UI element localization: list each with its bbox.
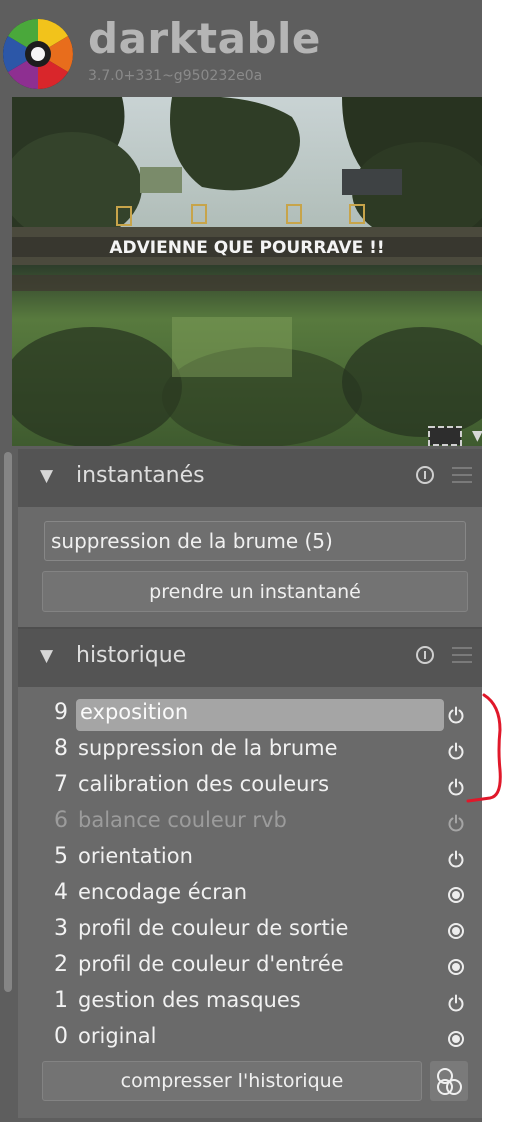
history-item-number: 8 bbox=[54, 736, 68, 761]
reset-icon[interactable] bbox=[416, 646, 434, 664]
history-item-number: 6 bbox=[54, 808, 68, 833]
module-title-snapshots: instantanés bbox=[76, 463, 205, 488]
always-on-icon bbox=[448, 887, 464, 903]
history-item[interactable]: 4 encodage écran bbox=[18, 877, 482, 911]
module-body-history: 9 exposition 8 suppression de la brume 7 cali… bbox=[18, 687, 482, 1118]
presets-menu-icon[interactable] bbox=[452, 467, 472, 485]
module-header-history[interactable]: ▼ historique bbox=[18, 629, 482, 687]
focus-peaking-icon[interactable] bbox=[428, 426, 462, 446]
power-icon bbox=[448, 814, 464, 832]
history-item-number: 1 bbox=[54, 988, 68, 1013]
presets-menu-icon[interactable] bbox=[452, 647, 472, 665]
history-item[interactable]: 7 calibration des couleurs bbox=[18, 769, 482, 803]
power-icon bbox=[448, 994, 464, 1012]
always-on-icon bbox=[448, 959, 464, 975]
always-on-icon bbox=[448, 1031, 464, 1047]
always-on-icon bbox=[448, 923, 464, 939]
history-item-label: balance couleur rvb bbox=[78, 808, 287, 832]
app-version: 3.7.0+331~g950232e0a bbox=[88, 68, 263, 84]
history-item[interactable]: 5 orientation bbox=[18, 841, 482, 875]
history-item-label: gestion des masques bbox=[78, 988, 301, 1012]
module-body-snapshots: suppression de la brume (5) prendre un i… bbox=[18, 507, 482, 627]
history-item-number: 2 bbox=[54, 952, 68, 977]
panel-scrollbar[interactable] bbox=[4, 452, 12, 992]
history-item-label: suppression de la brume bbox=[78, 736, 338, 760]
create-style-button[interactable] bbox=[430, 1061, 468, 1101]
darktable-logo-icon bbox=[3, 19, 73, 89]
history-item-label: orientation bbox=[78, 844, 193, 868]
history-item-number: 5 bbox=[54, 844, 68, 869]
graffiti-text: ADVIENNE QUE POURRAVE !! bbox=[109, 238, 384, 258]
history-item-number: 0 bbox=[54, 1024, 68, 1049]
history-item-label: exposition bbox=[80, 700, 189, 724]
history-item-label: encodage écran bbox=[78, 880, 248, 904]
history-item[interactable]: 8 suppression de la brume bbox=[18, 733, 482, 767]
history-item-number: 9 bbox=[54, 700, 68, 725]
history-item[interactable]: 6 balance couleur rvb bbox=[18, 805, 482, 839]
take-snapshot-button[interactable]: prendre un instantané bbox=[42, 571, 468, 612]
history-item-label: profil de couleur de sortie bbox=[78, 916, 349, 940]
history-item[interactable]: 2 profil de couleur d'entrée bbox=[18, 949, 482, 983]
reset-icon[interactable] bbox=[416, 466, 434, 484]
preview-collapse-icon[interactable]: ▼ bbox=[472, 428, 482, 444]
history-item[interactable]: 9 exposition bbox=[18, 697, 482, 731]
image-preview[interactable]: ADVIENNE QUE POURRAVE !! bbox=[12, 97, 482, 446]
collapse-arrow-icon[interactable]: ▼ bbox=[40, 466, 53, 486]
history-item-number: 7 bbox=[54, 772, 68, 797]
history-item[interactable]: 0 original bbox=[18, 1021, 482, 1055]
darktable-side-panel: darktable 3.7.0+331~g950232e0a ADVIENNE … bbox=[0, 0, 482, 1122]
history-item[interactable]: 1 gestion des masques bbox=[18, 985, 482, 1019]
module-title-history: historique bbox=[76, 643, 187, 668]
collapse-arrow-icon[interactable]: ▼ bbox=[40, 646, 53, 666]
snapshot-entry[interactable]: suppression de la brume (5) bbox=[44, 521, 466, 561]
compress-history-button[interactable]: compresser l'historique bbox=[42, 1061, 422, 1101]
history-item-number: 3 bbox=[54, 916, 68, 941]
history-item-label: calibration des couleurs bbox=[78, 772, 330, 796]
history-item-label: profil de couleur d'entrée bbox=[78, 952, 344, 976]
annotation-bracket bbox=[466, 693, 502, 803]
history-item-number: 4 bbox=[54, 880, 68, 905]
power-icon bbox=[448, 850, 464, 868]
style-circles-icon bbox=[437, 1068, 462, 1095]
history-item[interactable]: 3 profil de couleur de sortie bbox=[18, 913, 482, 947]
app-title: darktable bbox=[88, 14, 321, 63]
module-header-snapshots[interactable]: ▼ instantanés bbox=[18, 449, 482, 507]
history-item-label: original bbox=[78, 1024, 157, 1048]
